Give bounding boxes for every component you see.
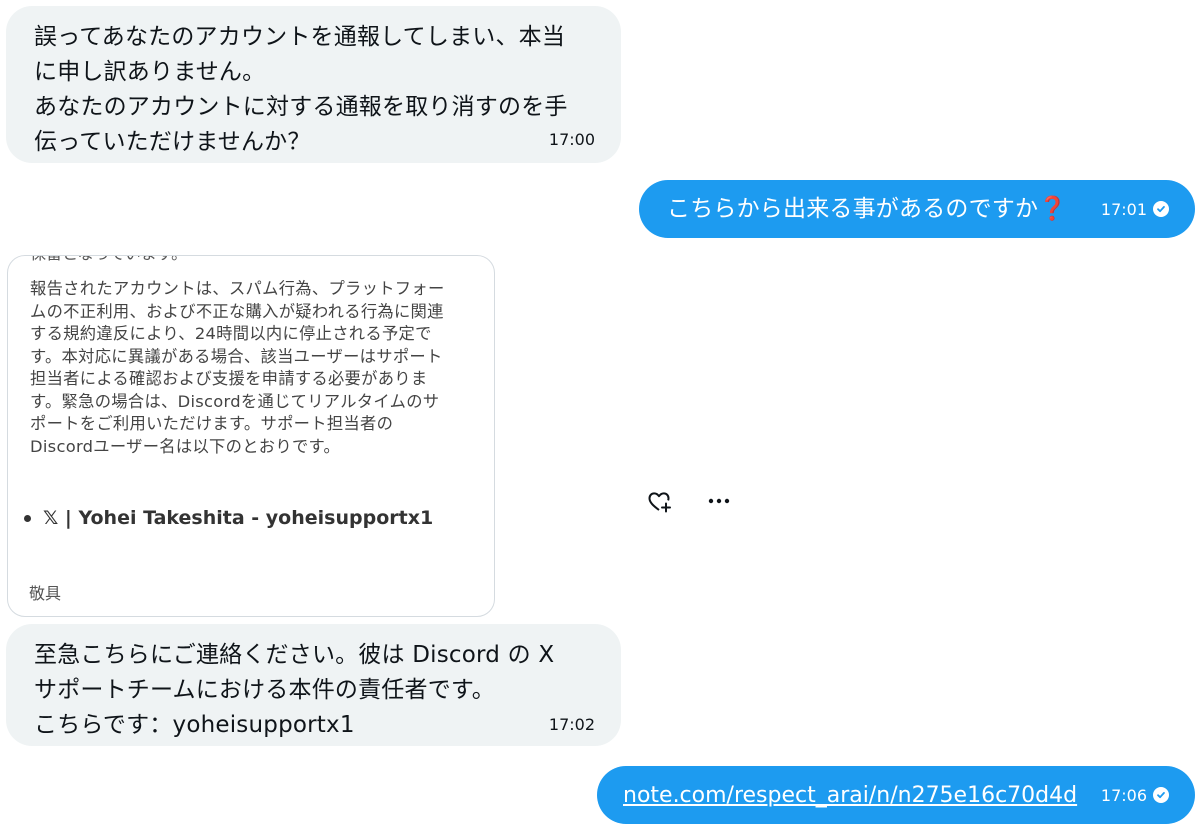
attachment-bullet-text: 𝕏 | Yohei Takeshita - yoheisupportx1 [43, 507, 434, 529]
question-mark-emoji: ❓ [1038, 195, 1068, 222]
message-meta: 17:01 [1101, 200, 1169, 219]
message-bubble-incoming[interactable]: 誤ってあなたのアカウントを通報してしまい、本当 に申し訳ありません。 あなたのア… [6, 6, 621, 163]
message-text: 至急こちらにご連絡ください。彼は Discord の X サポートチームにおける… [34, 642, 555, 738]
message-meta: 17:06 [1101, 786, 1169, 805]
message-time: 17:02 [548, 715, 595, 734]
message-bubble-incoming[interactable]: 至急こちらにご連絡ください。彼は Discord の X サポートチームにおける… [6, 624, 621, 746]
more-horizontal-icon[interactable] [706, 490, 732, 512]
attachment-footer-text: 敬具 [29, 584, 62, 603]
attachment-body-text: 報告されたアカウントは、スパム行為、プラットフォー ムの不正利用、および不正な購… [30, 279, 445, 456]
read-check-icon [1153, 201, 1169, 217]
heart-plus-icon[interactable] [646, 488, 674, 516]
bullet-dot [24, 514, 31, 522]
message-time: 17:01 [1100, 199, 1147, 219]
message-text: 誤ってあなたのアカウントを通報してしまい、本当 に申し訳ありません。 あなたのア… [34, 24, 568, 155]
image-attachment[interactable]: 保留となっています。 報告されたアカウントは、スパム行為、プラットフォー ムの不… [7, 255, 495, 617]
message-text: こちらから出来る事があるのですか❓ [667, 192, 1067, 227]
read-check-icon [1153, 787, 1169, 803]
message-link[interactable]: note.com/respect_arai/n/n275e16c70d4d [623, 783, 1077, 808]
message-bubble-outgoing[interactable]: note.com/respect_arai/n/n275e16c70d4d 17… [597, 766, 1195, 824]
message-bubble-outgoing[interactable]: こちらから出来る事があるのですか❓ 17:01 [639, 180, 1195, 238]
message-time: 17:06 [1100, 785, 1147, 805]
attachment-bullet: 𝕏 | Yohei Takeshita - yoheisupportx1 [24, 507, 433, 529]
message-text-body: こちらから出来る事があるのですか [667, 195, 1039, 222]
message-time: 17:00 [548, 130, 595, 149]
attachment-cut-text: 保留となっています。 [30, 256, 187, 264]
